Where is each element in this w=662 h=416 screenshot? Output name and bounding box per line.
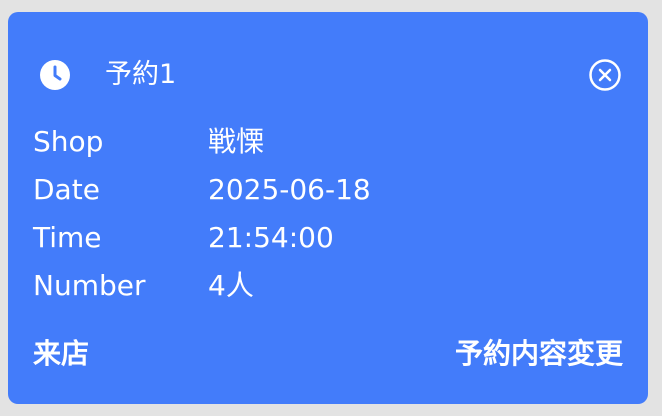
close-circle-icon [589, 59, 621, 91]
detail-label: Date [33, 173, 100, 206]
detail-value: 2025-06-18 [208, 173, 371, 206]
close-button[interactable] [588, 58, 622, 92]
detail-value: 戦慄 [208, 125, 265, 158]
detail-value: 21:54:00 [208, 221, 334, 254]
detail-label: Time [33, 221, 102, 254]
visit-button[interactable]: 来店 [33, 334, 89, 374]
detail-value: 4人 [208, 269, 254, 302]
detail-label: Number [33, 269, 146, 302]
clock-icon [40, 60, 70, 90]
edit-reservation-button[interactable]: 予約内容変更 [455, 334, 623, 374]
detail-label: Shop [33, 125, 104, 158]
card-title: 予約1 [105, 59, 177, 90]
reservation-card: 予約1 Shop 戦慄 Date 2025-06-18 Time 21:54:0… [8, 12, 648, 404]
